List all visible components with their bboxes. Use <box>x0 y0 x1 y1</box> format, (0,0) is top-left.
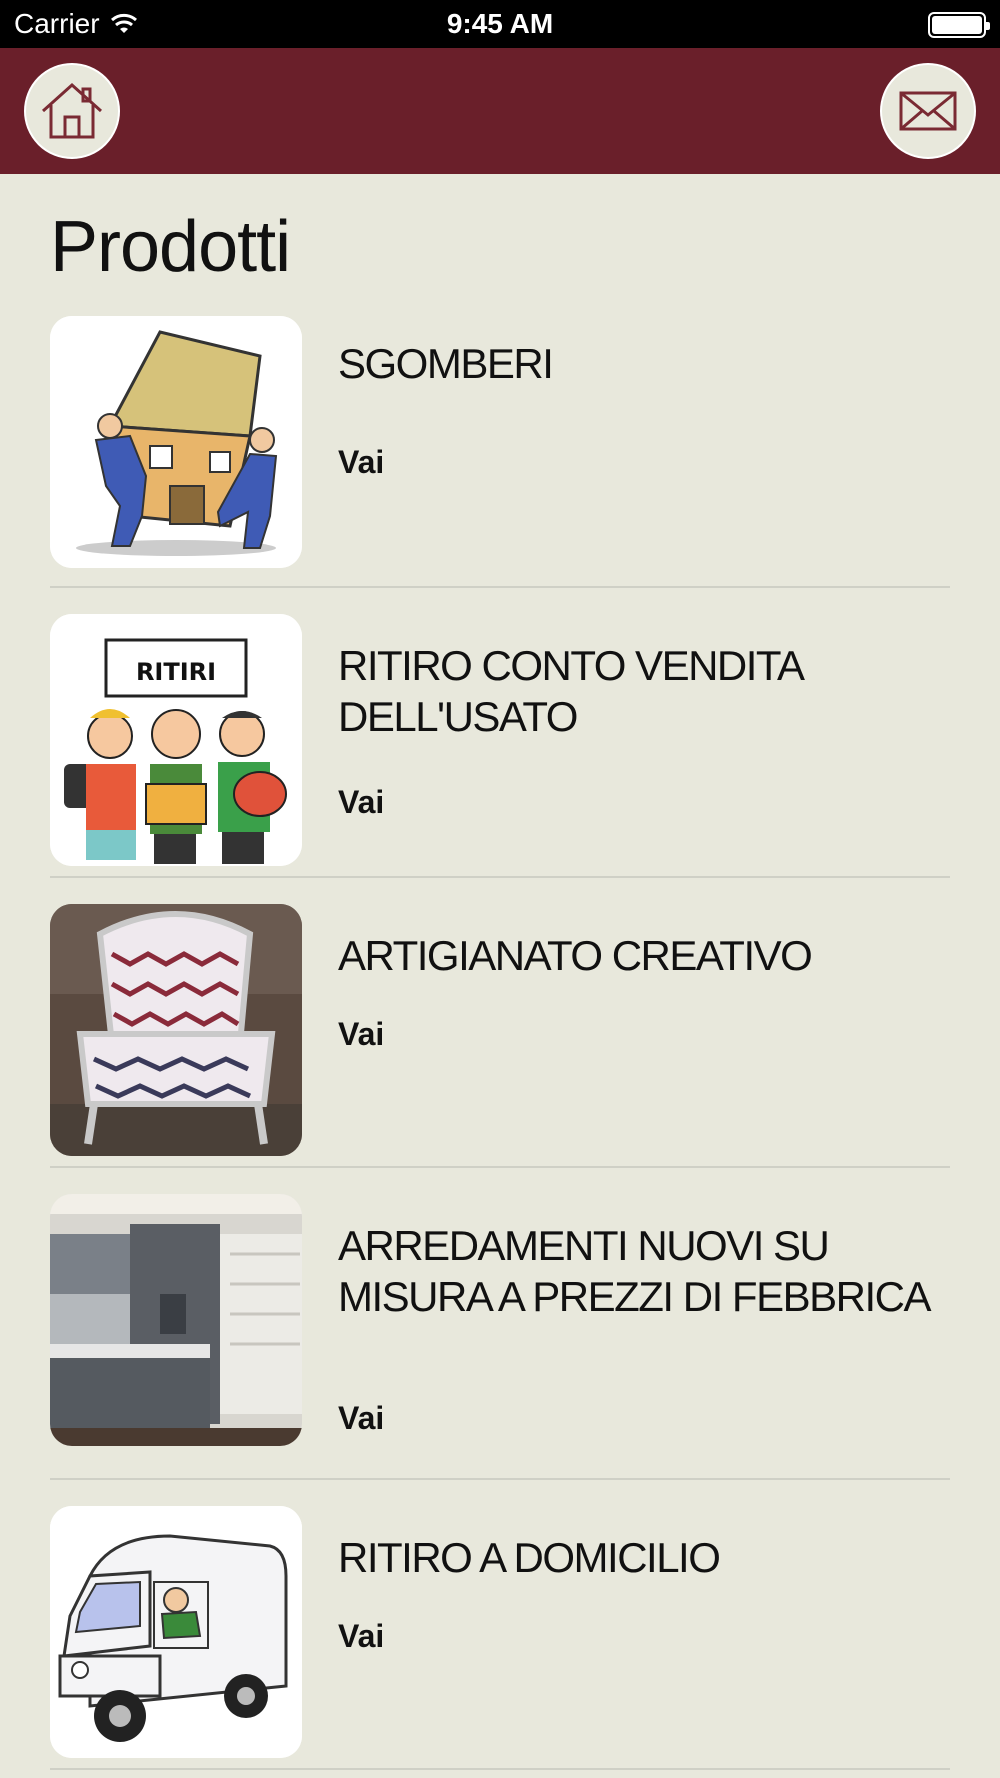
delivery-van-image <box>50 1506 302 1758</box>
item-link-vai[interactable]: Vai <box>338 1016 384 1053</box>
armchair-image <box>50 904 302 1156</box>
product-list: SGOMBERI Vai RITIRI RITIRO CONTO VENDITA… <box>50 316 950 1770</box>
item-link-vai[interactable]: Vai <box>338 784 384 821</box>
item-title: RITIRO CONTO VENDITA DELL'USATO <box>338 642 803 740</box>
item-title: SGOMBERI <box>338 340 554 387</box>
battery-icon <box>928 12 990 38</box>
list-item[interactable]: ARREDAMENTI NUOVI SU MISURA A PREZZI DI … <box>50 1168 950 1480</box>
home-button[interactable] <box>24 63 120 159</box>
item-link-vai[interactable]: Vai <box>338 1400 384 1437</box>
list-item[interactable]: SGOMBERI Vai <box>50 316 950 588</box>
mail-button[interactable] <box>880 63 976 159</box>
list-item[interactable]: ARTIGIANATO CREATIVO Vai <box>50 878 950 1168</box>
page-title: Prodotti <box>50 207 291 287</box>
kitchen-image <box>50 1194 302 1446</box>
item-thumbnail: RITIRI <box>50 614 302 866</box>
status-bar: Carrier 9:45 AM <box>0 0 1000 48</box>
list-item[interactable]: RITIRO A DOMICILIO Vai <box>50 1480 950 1770</box>
item-thumbnail <box>50 316 302 568</box>
item-thumbnail <box>50 904 302 1156</box>
item-link-vai[interactable]: Vai <box>338 444 384 481</box>
item-title: RITIRO A DOMICILIO <box>338 1534 721 1581</box>
ritiri-sign-text: RITIRI <box>136 658 216 686</box>
item-title: ARTIGIANATO CREATIVO <box>338 932 813 979</box>
movers-house-image <box>50 316 302 568</box>
list-item[interactable]: RITIRI RITIRO CONTO VENDITA DELL'USATO V… <box>50 588 950 878</box>
ritiri-image: RITIRI <box>50 614 302 866</box>
item-link-vai[interactable]: Vai <box>338 1618 384 1655</box>
home-icon <box>41 82 103 139</box>
navigation-bar <box>0 48 1000 174</box>
status-time: 9:45 AM <box>446 8 554 39</box>
item-thumbnail <box>50 1194 302 1446</box>
item-title: ARREDAMENTI NUOVI SU MISURA A PREZZI DI … <box>338 1222 931 1320</box>
mail-icon <box>899 91 957 131</box>
item-thumbnail <box>50 1506 302 1758</box>
